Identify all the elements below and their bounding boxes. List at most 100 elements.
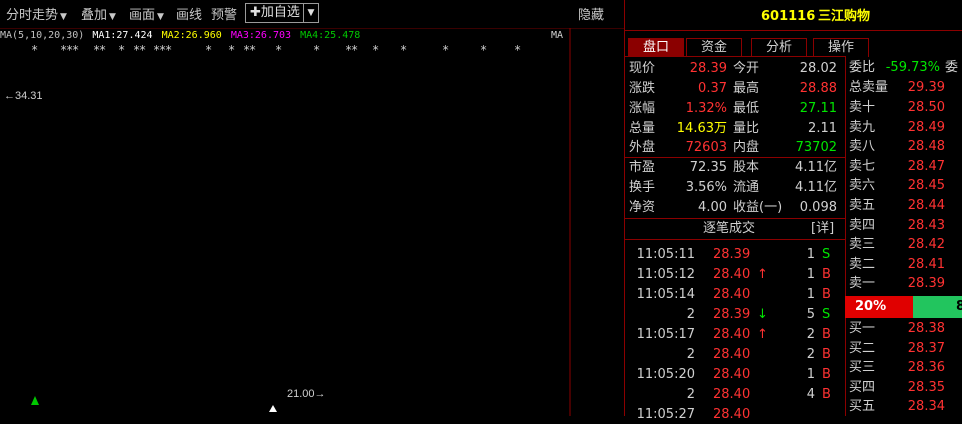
tab-analysis[interactable]: 分析 xyxy=(751,38,807,57)
quote-label: 总量 xyxy=(629,121,656,136)
stock-name: 三江购物 xyxy=(818,9,871,24)
tab-pankou[interactable]: 盘口 xyxy=(628,38,684,57)
kline-chart[interactable]: 22242628303234 *************************… xyxy=(0,28,624,416)
trade-side: S xyxy=(822,247,831,262)
bid-level-label: 买五 xyxy=(849,399,876,415)
quote-label: 换手 xyxy=(629,180,656,195)
quote-label: 涨幅 xyxy=(629,101,656,116)
signal-star: * xyxy=(313,43,320,57)
ma2-value: MA2:26.960 xyxy=(161,30,222,41)
ask-level-price: 28.48 xyxy=(907,139,945,155)
bid-level-price: 28.36 xyxy=(907,360,945,376)
toolbar-item-alert[interactable]: 预警 xyxy=(211,4,237,23)
trade-time: 2 xyxy=(686,347,695,362)
ask-level-label: 卖九 xyxy=(849,119,876,135)
quote-value: 28.39 xyxy=(689,61,727,76)
total-sell-label: 总卖量 xyxy=(849,80,889,95)
toolbar-item-draw-line[interactable]: 画线 xyxy=(176,4,202,23)
ask-level-label: 卖二 xyxy=(849,256,876,272)
tab-funds[interactable]: 资金 xyxy=(686,38,742,57)
trade-price: 28.40 xyxy=(713,287,751,302)
ask-level-price: 28.42 xyxy=(907,237,945,253)
ask-level-price: 28.50 xyxy=(907,100,945,115)
toolbar-item-overlay[interactable]: 叠加 ▼ xyxy=(81,4,116,23)
quote-label: 最低 xyxy=(733,101,760,116)
quote-label: 收益(一) xyxy=(733,200,783,215)
hide-panel-button[interactable]: 隐藏 xyxy=(578,4,604,23)
ask-level-price: 28.44 xyxy=(907,198,945,213)
quote-label: 今开 xyxy=(733,61,760,76)
ma4-value: MA4:25.478 xyxy=(300,30,361,41)
bid-level-price: 28.35 xyxy=(907,379,945,395)
signal-star: * xyxy=(372,43,379,57)
bid-level-label: 买三 xyxy=(849,360,876,376)
quote-label: 净资 xyxy=(629,200,656,215)
trade-price: 28.40 xyxy=(713,347,751,362)
ma1-value: MA1:27.424 xyxy=(92,30,153,41)
add-watchlist-button[interactable]: ✚加自选 ▼ xyxy=(245,3,319,23)
ma-legend: MA(5,10,20,30) MA1:27.424 MA2:26.960 MA3… xyxy=(0,29,570,43)
bid-level-price: 28.37 xyxy=(907,340,945,356)
trade-price: 28.40 xyxy=(713,367,751,382)
chart-toolbar: 分时走势 ▼ 叠加 ▼ 画面 ▼ 画线 预警 ✚加自选 ▼ 隐藏 xyxy=(0,0,624,29)
quote-label: 现价 xyxy=(629,61,656,76)
trade-time: 2 xyxy=(686,307,695,322)
trade-price: 28.40 xyxy=(713,407,751,422)
white-up-arrow-icon xyxy=(269,405,277,412)
divider xyxy=(845,56,846,416)
quote-label: 股本 xyxy=(733,160,760,175)
quote-value: 73702 xyxy=(795,140,837,155)
signal-star: * xyxy=(72,43,79,57)
trades-title: 逐笔成交 xyxy=(703,221,756,236)
signal-star: * xyxy=(31,43,38,57)
toolbar-item-intraday[interactable]: 分时走势 ▼ xyxy=(6,4,67,23)
ask-level-price: 28.43 xyxy=(907,217,945,233)
tab-operation[interactable]: 操作 xyxy=(813,38,869,57)
quote-value: 72.35 xyxy=(689,160,727,175)
trade-time: 11:05:12 xyxy=(636,267,695,282)
weibi-label: 委比 xyxy=(849,60,876,75)
signal-star: * xyxy=(228,43,235,57)
quote-label: 最高 xyxy=(733,81,760,96)
trade-volume: 4 xyxy=(806,387,815,402)
chevron-down-icon[interactable]: ▼ xyxy=(302,4,318,22)
ma-corner-label: MA xyxy=(551,30,564,41)
ratio-label: 20% xyxy=(855,299,887,314)
ratio-right-label: 8 xyxy=(956,299,962,314)
signal-star: * xyxy=(139,43,146,57)
quote-label: 外盘 xyxy=(629,140,656,155)
quote-label: 内盘 xyxy=(733,140,760,155)
quote-value: 72603 xyxy=(685,140,727,155)
trade-side: B xyxy=(822,367,831,382)
low-marker-label: 21.00→ xyxy=(287,388,326,400)
trade-price: 28.39 xyxy=(713,307,751,322)
arrow-down-icon: ↓ xyxy=(757,307,768,322)
signal-star: * xyxy=(351,43,358,57)
trade-time: 11:05:14 xyxy=(636,287,695,302)
toolbar-item-label: 叠加 xyxy=(81,8,108,23)
ask-level-price: 28.39 xyxy=(907,276,945,292)
ask-level-label: 卖四 xyxy=(849,217,876,233)
divider xyxy=(625,157,846,158)
quote-value: 4.11亿 xyxy=(795,180,837,195)
toolbar-item-label: 分时走势 xyxy=(6,8,59,23)
trade-time: 11:05:17 xyxy=(636,327,695,342)
signal-stars: * *** ** * ** *** * * ** * * ** * * * * * xyxy=(31,43,521,57)
ask-level-price: 28.41 xyxy=(907,256,945,272)
trade-side: B xyxy=(822,347,831,362)
signal-star: * xyxy=(118,43,125,57)
toolbar-item-label: 预警 xyxy=(211,8,238,23)
bid-level-price: 28.38 xyxy=(907,321,945,336)
arrow-up-icon: ↑ xyxy=(757,267,768,282)
trade-volume: 1 xyxy=(806,367,815,382)
divider xyxy=(625,30,962,31)
signal-star: * xyxy=(205,43,212,57)
quote-label: 量比 xyxy=(733,121,760,136)
green-up-arrow-icon xyxy=(31,396,39,405)
toolbar-item-screen[interactable]: 画面 ▼ xyxy=(129,4,164,23)
stock-code: 601116 xyxy=(761,9,816,24)
trades-detail-link[interactable]: [详] xyxy=(811,220,834,238)
quote-label: 市盈 xyxy=(629,160,656,175)
trade-time: 11:05:20 xyxy=(636,367,695,382)
quote-value: 0.098 xyxy=(799,200,837,215)
